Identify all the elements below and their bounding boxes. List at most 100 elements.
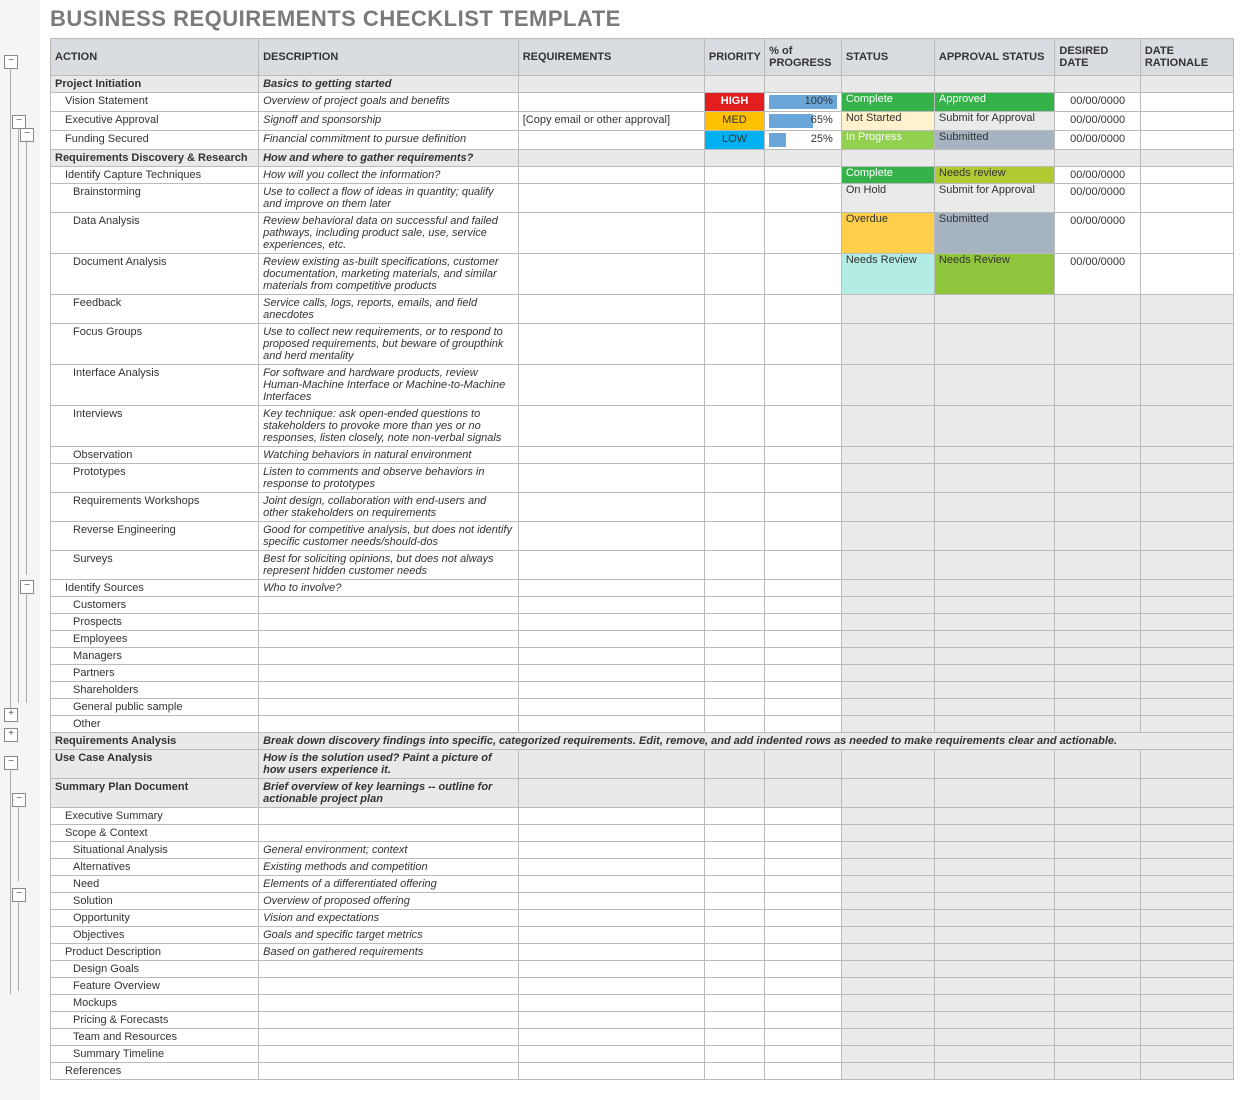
cell[interactable] — [259, 825, 519, 842]
cell[interactable] — [841, 597, 934, 614]
section-row[interactable]: Requirements Analysis Break down discove… — [51, 733, 1234, 750]
cell[interactable] — [765, 893, 842, 910]
table-row[interactable]: OpportunityVision and expectations — [51, 910, 1234, 927]
cell[interactable]: Summary Timeline — [51, 1046, 259, 1063]
cell[interactable] — [1140, 808, 1233, 825]
cell[interactable] — [1140, 665, 1233, 682]
cell[interactable] — [518, 665, 704, 682]
cell[interactable] — [259, 1029, 519, 1046]
cell[interactable] — [704, 167, 764, 184]
cell[interactable] — [934, 682, 1054, 699]
cell[interactable] — [841, 842, 934, 859]
cell[interactable] — [518, 944, 704, 961]
progress-cell[interactable]: 65% — [765, 112, 842, 131]
cell[interactable] — [518, 631, 704, 648]
cell[interactable] — [704, 365, 764, 406]
cell[interactable] — [765, 406, 842, 447]
cell[interactable] — [765, 295, 842, 324]
table-row[interactable]: Identify Sources Who to involve? — [51, 580, 1234, 597]
cell[interactable] — [518, 150, 704, 167]
cell[interactable] — [1140, 1063, 1233, 1080]
cell[interactable] — [518, 1012, 704, 1029]
cell[interactable] — [1140, 213, 1233, 254]
cell[interactable] — [1140, 648, 1233, 665]
cell[interactable] — [765, 184, 842, 213]
cell[interactable]: Interviews — [51, 406, 259, 447]
cell[interactable] — [765, 614, 842, 631]
cell[interactable] — [518, 808, 704, 825]
cell[interactable] — [1140, 859, 1233, 876]
outline-toggle[interactable]: − — [4, 756, 18, 770]
cell[interactable] — [1140, 447, 1233, 464]
cell[interactable]: Objectives — [51, 927, 259, 944]
cell[interactable] — [765, 716, 842, 733]
cell[interactable] — [1140, 910, 1233, 927]
table-row[interactable]: General public sample — [51, 699, 1234, 716]
cell[interactable] — [841, 779, 934, 808]
cell[interactable] — [704, 76, 764, 93]
cell[interactable] — [765, 597, 842, 614]
cell[interactable] — [841, 406, 934, 447]
col-approval[interactable]: APPROVAL STATUS — [934, 39, 1054, 76]
cell[interactable]: Service calls, logs, reports, emails, an… — [259, 295, 519, 324]
cell[interactable] — [1140, 406, 1233, 447]
cell[interactable] — [765, 551, 842, 580]
cell[interactable] — [841, 750, 934, 779]
cell[interactable] — [765, 1012, 842, 1029]
section-row[interactable]: Summary Plan Document Brief overview of … — [51, 779, 1234, 808]
cell[interactable] — [934, 324, 1054, 365]
cell[interactable] — [934, 808, 1054, 825]
cell[interactable] — [1055, 580, 1140, 597]
table-row[interactable]: Partners — [51, 665, 1234, 682]
cell[interactable] — [704, 648, 764, 665]
cell[interactable] — [1140, 961, 1233, 978]
approval-cell[interactable]: Submitted — [934, 213, 1054, 254]
cell[interactable] — [765, 365, 842, 406]
cell[interactable]: Break down discovery findings into speci… — [259, 733, 1234, 750]
table-row[interactable]: Data Analysis Review behavioral data on … — [51, 213, 1234, 254]
cell[interactable] — [765, 750, 842, 779]
cell[interactable] — [841, 648, 934, 665]
cell[interactable] — [518, 910, 704, 927]
cell[interactable] — [1055, 295, 1140, 324]
col-action[interactable]: ACTION — [51, 39, 259, 76]
table-row[interactable]: Scope & Context — [51, 825, 1234, 842]
cell[interactable]: Elements of a differentiated offering — [259, 876, 519, 893]
cell[interactable]: Funding Secured — [51, 131, 259, 150]
cell[interactable]: General environment; context — [259, 842, 519, 859]
date-cell[interactable]: 00/00/0000 — [1055, 93, 1140, 112]
cell[interactable] — [518, 978, 704, 995]
cell[interactable] — [1055, 716, 1140, 733]
cell[interactable] — [765, 76, 842, 93]
col-description[interactable]: DESCRIPTION — [259, 39, 519, 76]
table-row[interactable]: Surveys Best for soliciting opinions, bu… — [51, 551, 1234, 580]
date-cell[interactable]: 00/00/0000 — [1055, 112, 1140, 131]
cell[interactable] — [1055, 597, 1140, 614]
cell[interactable] — [934, 927, 1054, 944]
cell[interactable] — [841, 614, 934, 631]
date-cell[interactable]: 00/00/0000 — [1055, 184, 1140, 213]
cell[interactable] — [841, 150, 934, 167]
cell[interactable] — [841, 944, 934, 961]
cell[interactable] — [765, 927, 842, 944]
cell[interactable]: Requirements Workshops — [51, 493, 259, 522]
table-row[interactable]: Design Goals — [51, 961, 1234, 978]
cell[interactable]: Prospects — [51, 614, 259, 631]
cell[interactable] — [841, 808, 934, 825]
cell[interactable] — [259, 699, 519, 716]
approval-cell[interactable]: Submitted — [934, 131, 1054, 150]
cell[interactable] — [1055, 876, 1140, 893]
cell[interactable] — [765, 324, 842, 365]
cell[interactable] — [259, 631, 519, 648]
cell[interactable] — [518, 295, 704, 324]
cell[interactable] — [934, 76, 1054, 93]
cell[interactable] — [841, 522, 934, 551]
date-cell[interactable]: 00/00/0000 — [1055, 167, 1140, 184]
col-progress[interactable]: % of PROGRESS — [765, 39, 842, 76]
cell[interactable] — [1055, 808, 1140, 825]
cell[interactable] — [518, 167, 704, 184]
cell[interactable] — [841, 876, 934, 893]
cell[interactable]: Prototypes — [51, 464, 259, 493]
table-row[interactable]: Interviews Key technique: ask open-ended… — [51, 406, 1234, 447]
col-requirements[interactable]: REQUIREMENTS — [518, 39, 704, 76]
